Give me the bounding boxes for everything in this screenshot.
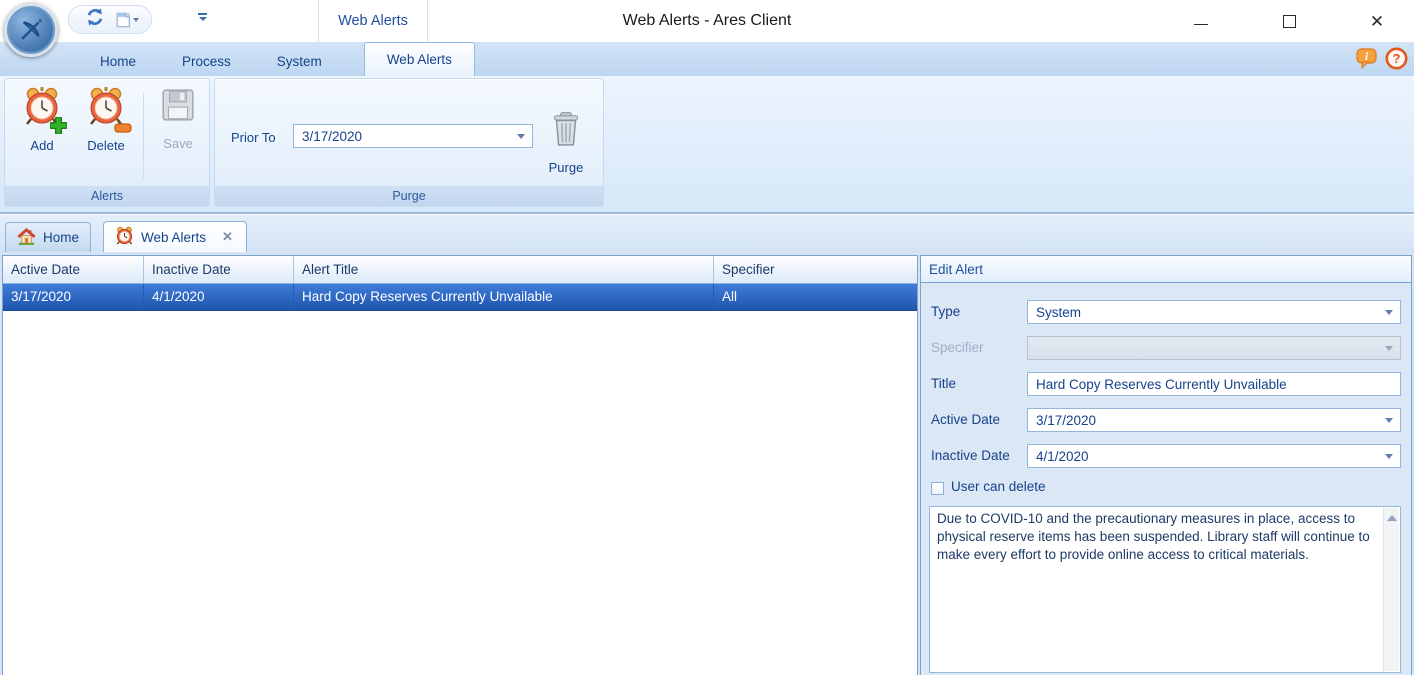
ribbon: Add: [0, 76, 1414, 213]
document-tab-web-alerts-label: Web Alerts: [141, 230, 206, 245]
application-menu-button[interactable]: [4, 3, 58, 57]
description-field: Due to COVID-10 and the precautionary me…: [929, 506, 1401, 673]
new-alert-icon[interactable]: [114, 11, 139, 29]
active-date-value: 3/17/2020: [1036, 413, 1096, 428]
trash-icon: [547, 110, 585, 153]
active-date-combo[interactable]: 3/17/2020: [1027, 408, 1401, 432]
chevron-down-icon: [517, 134, 525, 139]
inactive-date-value: 4/1/2020: [1036, 449, 1089, 464]
house-icon: [17, 227, 36, 249]
column-header-specifier[interactable]: Specifier: [714, 256, 917, 283]
cell-active-date: 3/17/2020: [3, 284, 144, 310]
refresh-icon[interactable]: [85, 7, 105, 32]
cell-inactive-date: 4/1/2020: [144, 284, 294, 310]
title-input[interactable]: [1027, 372, 1401, 396]
delete-alert-button[interactable]: Delete: [75, 79, 137, 177]
specifier-label: Specifier: [931, 340, 984, 355]
tab-close-icon[interactable]: ✕: [222, 229, 233, 245]
svg-text:?: ?: [1393, 51, 1401, 66]
prior-to-date-combo[interactable]: 3/17/2020: [293, 124, 533, 148]
title-bar: Web Alerts - Ares Client: [0, 0, 1414, 42]
bow-arrow-icon: [16, 15, 46, 45]
inactive-date-label: Inactive Date: [931, 448, 1010, 463]
alerts-group-label: Alerts: [5, 186, 209, 206]
purge-button-label: Purge: [549, 160, 584, 175]
description-textarea[interactable]: Due to COVID-10 and the precautionary me…: [930, 507, 1382, 672]
description-scrollbar[interactable]: [1383, 508, 1399, 671]
edit-alert-panel: Edit Alert Type System Specifier Title A…: [920, 255, 1412, 675]
type-combo[interactable]: System: [1027, 300, 1401, 324]
chevron-down-icon: [1385, 454, 1393, 459]
cell-specifier: All: [714, 284, 917, 310]
document-tab-home[interactable]: Home: [5, 222, 91, 252]
dropdown-icon: [133, 18, 139, 22]
group-separator: [143, 93, 144, 179]
prior-to-date-value: 3/17/2020: [302, 129, 362, 144]
floppy-disk-icon: [159, 86, 197, 129]
type-label: Type: [931, 304, 960, 319]
scroll-up-icon[interactable]: [1384, 511, 1400, 525]
contextual-tab-header: Web Alerts: [318, 0, 428, 42]
type-value: System: [1036, 305, 1081, 320]
minimize-button[interactable]: [1186, 6, 1216, 36]
column-header-active-date[interactable]: Active Date: [3, 256, 144, 283]
table-header-row: Active Date Inactive Date Alert Title Sp…: [3, 256, 917, 284]
ribbon-tab-home[interactable]: Home: [86, 46, 150, 76]
alarm-clock-delete-icon: [86, 86, 126, 131]
chevron-down-icon: [1385, 310, 1393, 315]
specifier-combo: [1027, 336, 1401, 360]
ribbon-group-alerts: Add: [4, 78, 210, 207]
ares-client-window: Web Alerts - Ares Client: [0, 0, 1414, 675]
cell-alert-title: Hard Copy Reserves Currently Unvailable: [294, 284, 714, 310]
maximize-icon: [1283, 15, 1296, 28]
alarm-clock-icon: [115, 226, 134, 248]
document-tab-home-label: Home: [43, 230, 79, 245]
ribbon-bottom-separator: [0, 212, 1414, 214]
alerts-table: Active Date Inactive Date Alert Title Sp…: [2, 255, 918, 675]
title-label: Title: [931, 376, 956, 391]
column-header-alert-title[interactable]: Alert Title: [294, 256, 714, 283]
close-icon: ✕: [1370, 13, 1384, 30]
main-content: Active Date Inactive Date Alert Title Sp…: [0, 252, 1414, 675]
help-icon[interactable]: ?: [1385, 47, 1408, 75]
ribbon-group-purge: Prior To 3/17/2020 Purge: [214, 78, 604, 207]
column-header-inactive-date[interactable]: Inactive Date: [144, 256, 294, 283]
add-button-label: Add: [30, 138, 53, 153]
customize-quick-access-icon[interactable]: [198, 13, 207, 21]
quick-access-toolbar: [68, 5, 152, 34]
user-can-delete-label: User can delete: [951, 479, 1046, 494]
edit-alert-header: Edit Alert: [921, 256, 1411, 283]
user-can-delete-checkbox[interactable]: [931, 482, 944, 495]
table-row-selected[interactable]: 3/17/2020 4/1/2020 Hard Copy Reserves Cu…: [3, 284, 917, 311]
close-button[interactable]: ✕: [1362, 6, 1392, 36]
add-alert-button[interactable]: Add: [13, 79, 71, 177]
document-tab-web-alerts[interactable]: Web Alerts ✕: [103, 221, 247, 252]
maximize-button[interactable]: [1274, 6, 1304, 36]
window-controls: ✕: [1174, 0, 1404, 42]
ribbon-tab-row: Home Process System Web Alerts i ?: [0, 42, 1414, 76]
purge-group-label: Purge: [215, 186, 603, 206]
minimize-icon: [1194, 24, 1208, 25]
ribbon-tab-web-alerts[interactable]: Web Alerts: [364, 42, 475, 76]
save-button-label: Save: [163, 136, 193, 151]
ribbon-tab-system[interactable]: System: [263, 46, 336, 76]
active-date-label: Active Date: [931, 412, 1000, 427]
inactive-date-combo[interactable]: 4/1/2020: [1027, 444, 1401, 468]
document-tab-strip: Home Web Alerts ✕: [0, 215, 1414, 252]
alarm-clock-add-icon: [22, 86, 62, 131]
prior-to-label: Prior To: [231, 130, 276, 145]
chevron-down-icon: [1385, 418, 1393, 423]
about-info-icon[interactable]: i: [1355, 47, 1378, 75]
delete-button-label: Delete: [87, 138, 125, 153]
save-alert-button: Save: [151, 79, 205, 177]
chevron-down-icon: [1385, 346, 1393, 351]
ribbon-tab-process[interactable]: Process: [168, 46, 245, 76]
